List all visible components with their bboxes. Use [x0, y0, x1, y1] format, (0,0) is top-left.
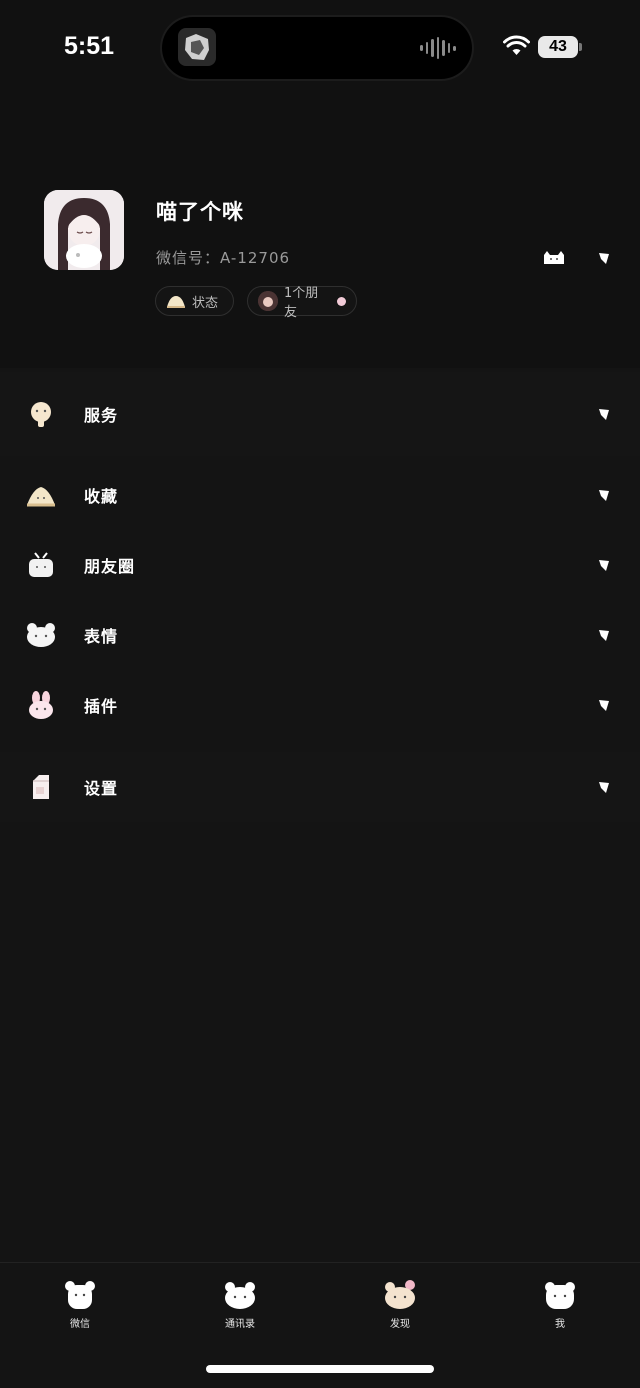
- chevron-right-icon: [599, 700, 609, 711]
- qr-code-icon[interactable]: [542, 250, 566, 266]
- status-bun-icon: [167, 296, 185, 308]
- tab-label-me: 我: [555, 1319, 565, 1330]
- unread-dot: [337, 296, 346, 306]
- menu-item-services[interactable]: 服务: [0, 379, 640, 449]
- tab-chats[interactable]: 微信: [40, 1275, 120, 1335]
- chevron-right-icon: [599, 782, 609, 793]
- tab-discover[interactable]: 发现: [360, 1275, 440, 1335]
- battery-cap: [579, 43, 582, 51]
- friend-avatar: [258, 291, 278, 311]
- tv-bear-icon: [29, 552, 53, 577]
- status-chip[interactable]: 状态: [155, 286, 234, 316]
- menu-item-stickers[interactable]: 表情: [0, 600, 640, 670]
- dynamic-island[interactable]: [162, 17, 472, 79]
- menu-label-settings: 设置: [84, 779, 119, 798]
- bear-face-icon: [27, 623, 55, 647]
- status-time: 5:51: [64, 32, 115, 60]
- menu-label-plugins: 插件: [84, 697, 119, 716]
- discover-bear-icon: [385, 1280, 415, 1309]
- menu-label-moments: 朋友圈: [84, 557, 136, 576]
- now-playing-artwork: [178, 28, 216, 66]
- menu-item-plugins[interactable]: 插件: [0, 670, 640, 740]
- audio-wave-icon: [420, 37, 457, 59]
- milk-box-icon: [33, 775, 49, 799]
- profile-nickname: 喵了个咪: [156, 200, 244, 224]
- friends-chip-label: 1个朋友: [284, 286, 319, 320]
- settings-section: 设置: [0, 752, 640, 822]
- wifi-icon: [503, 35, 530, 55]
- menu-item-settings[interactable]: 设置: [0, 752, 640, 822]
- bear-service-icon: [31, 402, 51, 427]
- chevron-right-icon: [599, 409, 609, 420]
- menu-label-stickers: 表情: [84, 627, 119, 646]
- me-bear-icon: [545, 1282, 575, 1309]
- chevron-right-icon: [599, 490, 609, 501]
- bunny-icon: [29, 691, 53, 719]
- friends-chip[interactable]: 1个朋友: [247, 286, 357, 320]
- folder-bear-icon: [27, 487, 55, 507]
- contacts-bear-icon: [225, 1282, 255, 1309]
- menu-item-moments[interactable]: 朋友圈: [0, 530, 640, 600]
- avatar[interactable]: [44, 190, 124, 270]
- tab-label-discover: 发现: [390, 1319, 410, 1330]
- chevron-right-icon: [599, 560, 609, 571]
- main-menu-section: 收藏 朋友圈 表情 插件: [0, 466, 640, 744]
- profile-chevron-icon[interactable]: [597, 251, 611, 265]
- menu-label-services: 服务: [84, 406, 119, 425]
- chat-bear-icon: [65, 1281, 95, 1309]
- tab-me[interactable]: 我: [520, 1275, 600, 1335]
- services-section: 服务: [0, 372, 640, 456]
- status-chip-label: 状态: [192, 295, 219, 311]
- home-indicator[interactable]: [206, 1365, 434, 1373]
- wechat-id: 微信号：A-12706: [156, 249, 291, 267]
- tab-label-contacts: 通讯录: [225, 1319, 255, 1330]
- menu-label-favorites: 收藏: [84, 487, 119, 506]
- profile-header[interactable]: 喵了个咪 微信号：A-12706 状态 1个朋友: [0, 100, 640, 368]
- status-bar: 5:51 43: [0, 0, 640, 100]
- chevron-right-icon: [599, 630, 609, 641]
- menu-item-favorites[interactable]: 收藏: [0, 460, 640, 530]
- tab-contacts[interactable]: 通讯录: [200, 1275, 280, 1335]
- battery-indicator: 43: [538, 36, 578, 58]
- tab-label-chats: 微信: [70, 1319, 90, 1330]
